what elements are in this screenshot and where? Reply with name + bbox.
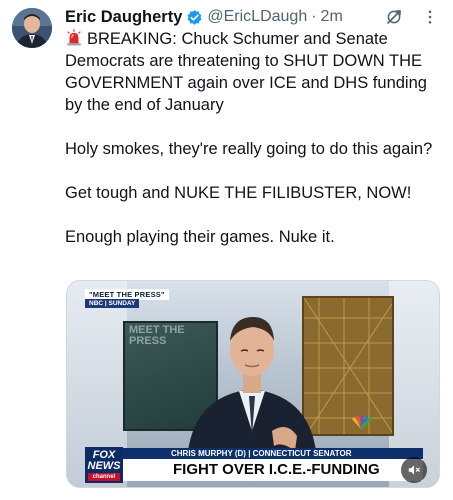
tweet-line-1: BREAKING: Chuck Schumer and Senate Democ… xyxy=(65,28,445,116)
more-icon[interactable] xyxy=(421,8,439,26)
fox-logo-line-2: NEWS xyxy=(87,460,121,472)
video-player[interactable]: MEET THE PRESS "MEET THE PRESS" NBC | SU… xyxy=(66,280,440,488)
tweet-header: Eric Daugherty @EricLDaugh · 2m xyxy=(65,6,443,28)
fox-logo-line-1: FOX xyxy=(92,449,116,461)
volume-muted-icon xyxy=(408,465,420,475)
fox-logo-line-3: channel xyxy=(88,473,120,481)
siren-emoji-icon xyxy=(65,29,83,47)
tweet-text: BREAKING: Chuck Schumer and Senate Democ… xyxy=(65,28,445,248)
tweet-line-1-text: BREAKING: Chuck Schumer and Senate Democ… xyxy=(65,30,427,114)
mute-button[interactable] xyxy=(401,457,427,483)
author-handle[interactable]: @EricLDaugh xyxy=(207,8,307,26)
show-bug-subtitle: NBC | SUNDAY xyxy=(85,299,140,308)
timestamp[interactable]: 2m xyxy=(321,8,343,26)
lower-third-headline: FIGHT OVER I.C.E.-FUNDING xyxy=(123,459,423,481)
fox-news-logo: FOX NEWS channel xyxy=(85,447,123,483)
tweet-line-4: Enough playing their games. Nuke it. xyxy=(65,228,335,246)
author-name[interactable]: Eric Daugherty xyxy=(65,8,182,27)
tweet-line-3: Get tough and NUKE THE FILIBUSTER, NOW! xyxy=(65,184,412,202)
senator-figure xyxy=(187,317,317,461)
tweet-line-2: Holy smokes, they're really going to do … xyxy=(65,140,433,158)
lower-third-name-bar: CHRIS MURPHY (D) | CONNECTICUT SENATOR xyxy=(123,448,423,459)
verified-badge-icon[interactable] xyxy=(186,9,203,26)
separator-dot: · xyxy=(311,8,317,25)
avatar[interactable] xyxy=(12,8,52,48)
nbc-peacock-icon xyxy=(351,415,373,429)
avatar-photo xyxy=(12,8,52,48)
grok-icon[interactable] xyxy=(385,8,403,26)
